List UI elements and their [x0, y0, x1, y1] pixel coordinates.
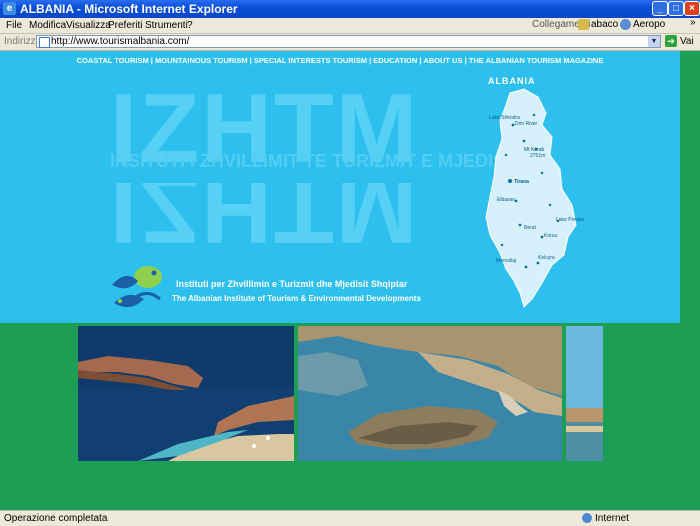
go-arrow-icon[interactable]: ➔: [665, 35, 677, 47]
nav-coastal-tourism[interactable]: COASTAL TOURISM: [77, 56, 149, 65]
close-button[interactable]: ×: [684, 1, 700, 16]
address-input[interactable]: http://www.tourismalbania.com/ ▼: [36, 35, 661, 48]
menu-visualizza[interactable]: Visualizza: [66, 20, 111, 31]
menu-file[interactable]: File: [6, 20, 22, 31]
zone-label: Internet: [595, 513, 629, 524]
map-label: Lake Prespa: [556, 217, 585, 223]
go-button[interactable]: Vai: [680, 36, 694, 47]
photo-coast-partial[interactable]: [566, 326, 603, 461]
link-aeropo[interactable]: Aeropo: [620, 19, 665, 30]
maximize-button[interactable]: □: [668, 1, 684, 16]
map-label: Korca: [544, 233, 558, 239]
nav-special-interests-tourism[interactable]: SPECIAL INTERESTS TOURISM: [254, 56, 367, 65]
nav-education[interactable]: EDUCATION: [373, 56, 417, 65]
link-abaco-label: abaco: [591, 19, 619, 31]
site-nav: COASTAL TOURISM | MOUNTAINOUS TOURISM | …: [0, 56, 680, 65]
globe-icon: [582, 513, 592, 524]
link-icon: [620, 19, 631, 30]
menu-modifica[interactable]: Modifica: [29, 20, 66, 31]
menu-bar: File Modifica Visualizza Preferiti Strum…: [0, 17, 700, 34]
nav-about-us[interactable]: ABOUT US: [423, 56, 462, 65]
site-banner: COASTAL TOURISM | MOUNTAINOUS TOURISM | …: [0, 51, 680, 323]
chevron-down-icon[interactable]: ▼: [648, 36, 660, 47]
link-abaco[interactable]: abaco: [578, 19, 618, 30]
photo-bay-island[interactable]: [298, 326, 562, 461]
map-label: Elbasan: [497, 197, 516, 203]
nav-mountainous-tourism[interactable]: MOUNTAINOUS TOURISM: [155, 56, 248, 65]
links-overflow-button[interactable]: »: [690, 17, 696, 28]
menu-help[interactable]: ?: [187, 20, 193, 31]
map-label: Berat: [524, 225, 536, 231]
ie-icon: e: [3, 2, 16, 15]
page-scroll-area: [681, 51, 700, 510]
menu-strumenti[interactable]: Strumenti: [145, 20, 188, 31]
menu-preferiti[interactable]: Preferiti: [108, 20, 142, 31]
map-label: 2751m: [530, 153, 546, 159]
status-text: Operazione completata: [4, 513, 108, 524]
address-bar: Indirizzo http://www.tourismalbania.com/…: [0, 34, 700, 51]
address-url: http://www.tourismalbania.com/: [51, 36, 190, 47]
security-zone: Internet: [582, 513, 629, 524]
page-icon: [39, 37, 50, 48]
big-letters-reflection: IZHTM: [110, 183, 420, 243]
fish-logo-icon: [112, 266, 162, 308]
watermark-institute-line: INSITUTI I ZHVILLIMIT TE TURIZMIT E MJED…: [110, 151, 521, 171]
status-bar: Operazione completata Internet: [0, 510, 700, 526]
photo-coastal-cove[interactable]: [78, 326, 294, 461]
window-title: ALBANIA - Microsoft Internet Explorer: [20, 2, 238, 16]
title-bar: e ALBANIA - Microsoft Internet Explorer …: [0, 0, 700, 18]
institute-name-english: The Albanian Institute of Tourism & Envi…: [172, 294, 421, 303]
map-label: Kelcyra: [538, 255, 555, 261]
web-page: COASTAL TOURISM | MOUNTAINOUS TOURISM | …: [0, 51, 700, 510]
map-label: Memaliaj: [496, 258, 517, 264]
link-icon: [578, 19, 589, 30]
minimize-button[interactable]: _: [652, 1, 668, 16]
institute-name-albanian: Instituti per Zhvillimin e Turizmit dhe …: [176, 279, 408, 289]
nav-tourism-magazine[interactable]: THE ALBANIAN TOURISM MAGAZINE: [469, 56, 604, 65]
link-aeropo-label: Aeropo: [633, 19, 666, 31]
map-label: Tirana: [514, 179, 529, 185]
map-label: Drin River: [515, 121, 538, 127]
